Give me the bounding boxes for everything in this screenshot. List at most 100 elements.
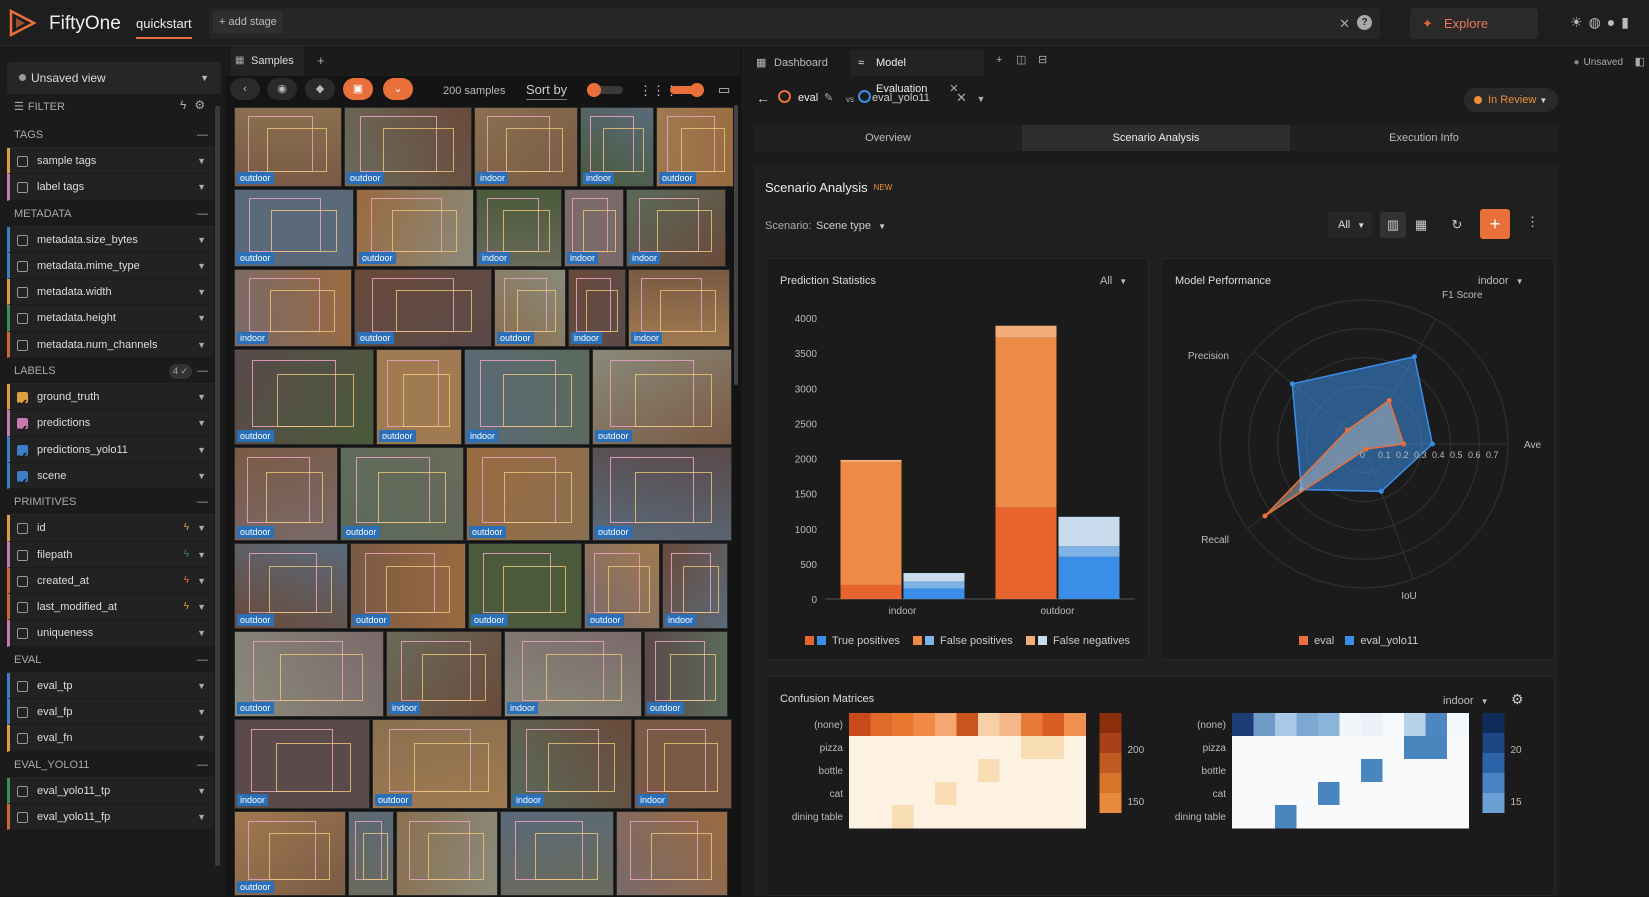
github-icon[interactable]: ● [1607,14,1621,30]
sample-tile[interactable]: outdoor [234,811,346,896]
sample-tile[interactable]: indoor [234,269,352,347]
sample-tile[interactable]: indoor [662,543,728,629]
chevron-down-icon[interactable]: ▼ [197,778,206,804]
section-header[interactable]: PRIMITIVES — [7,489,214,516]
sample-tile[interactable]: indoor [628,269,730,347]
subset-select[interactable]: All ▼ [1328,212,1372,238]
chevron-down-icon[interactable]: ▼ [197,332,206,358]
checkbox[interactable] [17,313,28,325]
gear-icon[interactable]: ⚙ [194,98,205,112]
sample-tile[interactable]: outdoor [354,269,492,347]
patches-icon[interactable]: ▣ [343,78,373,100]
sample-tile[interactable]: outdoor [494,269,566,347]
chevron-down-icon[interactable]: ▼ [197,437,206,463]
back-arrow-icon[interactable]: ← [756,90,770,106]
chevron-down-icon[interactable]: ▼ [197,148,206,174]
table-view-icon[interactable]: ▦ [1408,212,1434,238]
field-item[interactable]: metadata.width ▼ [7,279,214,306]
tab-execution-info[interactable]: Execution Info [1290,125,1558,151]
clear-compare-icon[interactable]: ✕ ▼ [956,90,985,106]
chevron-down-icon[interactable]: ▼ [197,542,206,568]
field-item[interactable]: filepath ϟ ▼ [7,541,214,568]
field-item[interactable]: id ϟ ▼ [7,515,214,542]
collapse-icon[interactable]: — [197,752,208,778]
chevron-down-icon[interactable]: ▼ [197,463,206,489]
section-header[interactable]: LABELS 4 ✓ — [7,358,214,385]
checkbox[interactable] [17,260,28,272]
checkbox[interactable] [17,811,28,823]
chevron-down-icon[interactable]: ▼ [197,515,206,541]
chevron-down-icon[interactable]: ▼ [197,804,206,830]
checkbox[interactable] [17,339,28,351]
field-item[interactable]: uniqueness ▼ [7,620,214,647]
sample-tile[interactable]: outdoor [234,107,342,187]
field-item[interactable]: eval_fp ▼ [7,699,214,726]
checkbox[interactable] [17,785,28,797]
chevron-down-icon[interactable]: ▼ [197,620,206,646]
chevron-down-icon[interactable]: ▼ [197,410,206,436]
field-item[interactable]: predictions ▼ [7,410,214,437]
chevron-down-icon[interactable]: ▼ [197,725,206,751]
sample-tile[interactable]: outdoor [656,107,733,187]
field-item[interactable]: ground_truth ▼ [7,384,214,411]
sample-tile[interactable] [616,811,728,896]
sample-tile[interactable]: outdoor [376,349,462,445]
sample-tile[interactable]: outdoor [234,543,348,629]
chevron-down-icon[interactable]: ▼ [197,305,206,331]
scenario-select[interactable]: Scene type ▼ [816,220,886,232]
chevron-down-icon[interactable]: ⌄ [383,78,413,100]
lightning-icon[interactable]: ϟ [184,568,189,594]
tag-icon[interactable]: ◆ [305,78,335,100]
sample-tile[interactable]: indoor [504,631,642,717]
sample-tile[interactable]: outdoor [372,719,508,809]
checkbox-checked[interactable] [17,444,28,459]
checkbox[interactable] [17,234,28,246]
sample-tile[interactable]: outdoor [234,349,374,445]
docs-icon[interactable]: ▮ [1621,14,1635,30]
collapse-icon[interactable]: — [197,647,208,673]
chevron-down-icon[interactable]: ▼ [197,699,206,725]
sample-tile[interactable]: outdoor [592,447,732,541]
chevron-down-icon[interactable]: ▼ [197,279,206,305]
panel-layout-icon[interactable]: ◧ [1635,55,1645,68]
view-selector[interactable]: Unsaved view ▼ [7,62,221,94]
field-item[interactable]: eval_yolo11_tp ▼ [7,777,214,804]
field-item[interactable]: metadata.num_channels ▼ [7,331,214,359]
sample-tile[interactable]: outdoor [468,543,582,629]
collapse-icon[interactable]: — [197,122,208,148]
back-button[interactable]: ‹ [230,78,260,100]
checkbox[interactable] [17,287,28,299]
explore-enterprise-button[interactable]: ✦ Explore Enterprise [1410,8,1538,62]
field-item[interactable]: predictions_yolo11 ▼ [7,436,214,463]
add-panel-icon[interactable]: + [317,53,325,68]
grid-scrollbar[interactable] [734,105,738,385]
section-header[interactable]: TAGS — [7,122,214,148]
sort-by-select[interactable]: Sort by [526,82,568,100]
help-icon[interactable]: ? [1357,15,1372,30]
collapse-icon[interactable]: — [197,489,208,515]
field-item[interactable]: eval_fn ▼ [7,725,214,752]
tab-samples[interactable]: Samples [231,46,304,76]
sample-tile[interactable]: outdoor [234,447,338,541]
add-tab-icon[interactable]: + [996,54,1002,66]
theme-icon[interactable]: ☀ [1570,14,1589,30]
chevron-down-icon[interactable]: ▼ [197,253,206,279]
add-scenario-button[interactable]: + [1480,209,1510,239]
checkbox[interactable] [17,628,28,640]
sample-tile[interactable]: outdoor [234,189,354,267]
field-item[interactable]: sample tags ▼ [7,148,214,175]
checkbox[interactable] [17,602,28,614]
chevron-down-icon[interactable]: ▼ [197,227,206,253]
split-horizontal-icon[interactable]: ◫ [1016,53,1026,66]
checkbox[interactable] [17,707,28,719]
chevron-down-icon[interactable]: ▼ [197,568,206,594]
tab-scenario-analysis[interactable]: Scenario Analysis [1022,125,1290,151]
checkbox[interactable] [17,575,28,587]
add-stage-input[interactable]: + add stage [213,11,283,33]
sample-tile[interactable]: indoor [386,631,502,717]
sample-tile[interactable]: outdoor [644,631,728,717]
checkbox[interactable] [17,733,28,745]
collapse-icon[interactable]: — [197,201,208,227]
sample-tile[interactable]: indoor [510,719,632,809]
field-item[interactable]: metadata.height ▼ [7,305,214,332]
